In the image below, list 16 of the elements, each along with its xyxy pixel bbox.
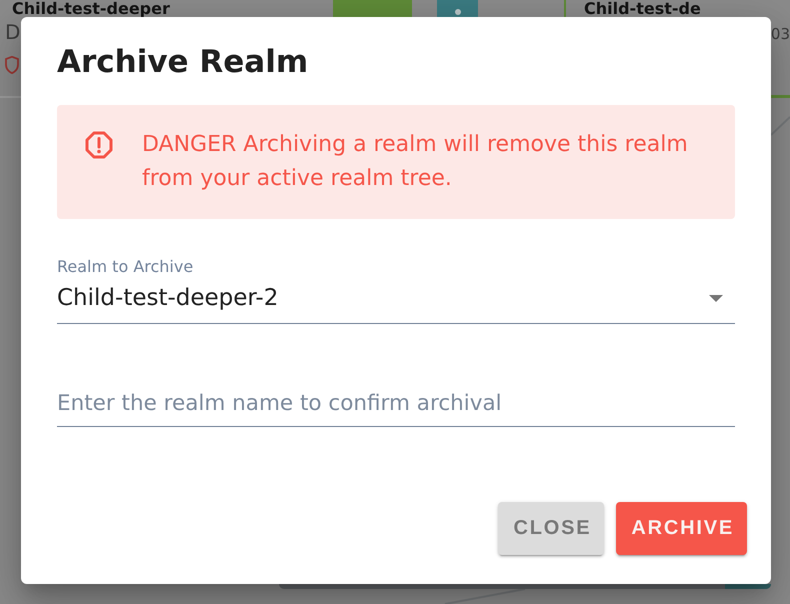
card-title: Child-test-deeper: [12, 0, 170, 17]
alert-message: DANGER Archiving a realm will remove this realm from your active realm tree.: [142, 131, 689, 193]
connector-line: [770, 116, 790, 136]
card-title: Child-test-de: [584, 0, 701, 17]
archive-button[interactable]: ARCHIVE: [616, 502, 747, 555]
realm-name-input[interactable]: Enter the realm name to confirm archival: [57, 388, 735, 427]
field-label: Realm to Archive: [57, 257, 194, 277]
alert-octagon-icon: [85, 131, 113, 159]
card-subtitle: 03: [770, 24, 790, 44]
card-subtitle: D: [5, 20, 20, 44]
dot-icon: [454, 9, 460, 15]
caret-icon: [709, 294, 723, 302]
close-button[interactable]: CLOSE: [498, 502, 604, 555]
realm-select[interactable]: Realm to Archive Child-test-deeper-2: [57, 257, 735, 324]
shield-icon: [5, 56, 19, 74]
dialog-title: Archive Realm: [57, 43, 308, 81]
